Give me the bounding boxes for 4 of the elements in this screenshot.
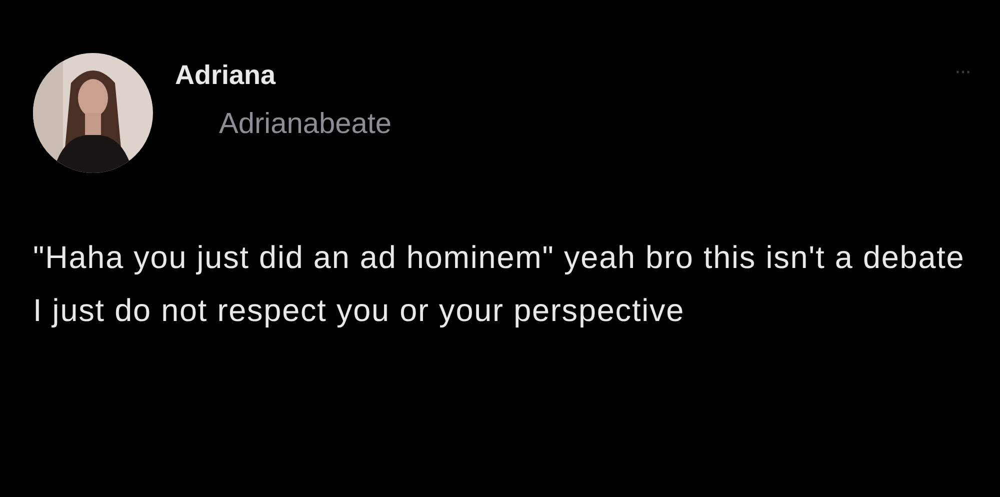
more-icon[interactable]: ··· [954, 59, 970, 83]
author-handle: Adrianabeate [219, 107, 392, 141]
author-name: Adriana [175, 59, 277, 91]
post-text: "Haha you just did an ad hominem" yeah bro this isn't a debate I just do not respect you or your perspective [33, 238, 966, 330]
